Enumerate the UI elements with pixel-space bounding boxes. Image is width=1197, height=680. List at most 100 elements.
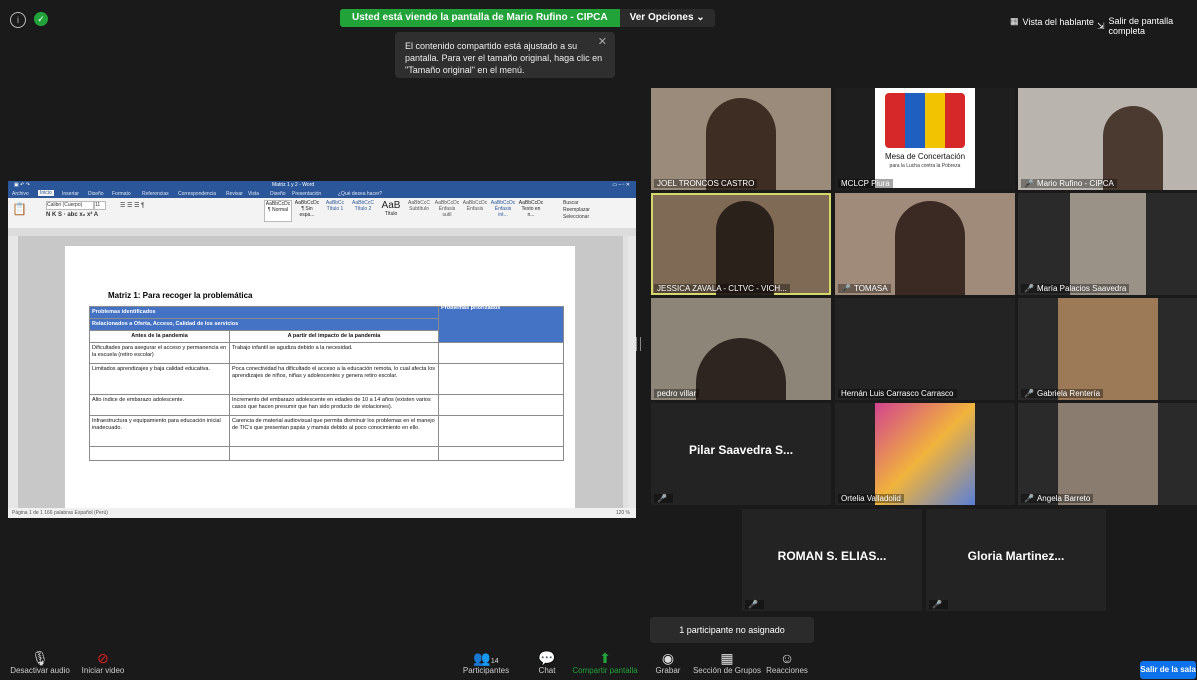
- participants-count: 14: [490, 658, 499, 665]
- tab-insertar[interactable]: Insertar: [62, 191, 79, 197]
- participant-tile[interactable]: 🎤 TOMASA: [835, 193, 1015, 295]
- col-before: Antes de la pandemia: [89, 330, 230, 343]
- muted-mic-icon: 🎤: [1024, 494, 1034, 503]
- tell-me-search[interactable]: ¿Qué desea hacer?: [338, 191, 382, 197]
- exit-fullscreen-button[interactable]: ⇲ Salir de pantalla completa: [1097, 16, 1197, 36]
- vertical-scrollbar[interactable]: [623, 236, 628, 508]
- participant-tile[interactable]: pedro villar: [651, 298, 831, 400]
- style-name-5: Subtítulo: [409, 206, 429, 212]
- share-banner: Usted está viendo la pantalla de Mario R…: [340, 9, 715, 27]
- participant-tile[interactable]: 🎤 Angela Barreto: [1018, 403, 1197, 505]
- participants-button[interactable]: 👥14 Participantes: [451, 650, 521, 675]
- muted-mic-icon: 🎤: [932, 600, 942, 609]
- participants-icon: 👥14: [473, 650, 499, 666]
- cell-after[interactable]: Trabajo infantil se agudiza debido a la …: [229, 342, 439, 364]
- cell-before[interactable]: Dificultades para asegurar el acceso y p…: [89, 342, 230, 364]
- cell-after[interactable]: Incremento del embarazo adolescente en e…: [229, 394, 439, 416]
- mute-button[interactable]: 🎙 Desactivar audio: [5, 650, 75, 675]
- word-title: Matriz 1 y 2 - Word: [272, 182, 315, 188]
- col-after: A partir del impacto de la pandemia: [229, 330, 439, 343]
- style-subtitulo[interactable]: AaBbCcC Subtítulo: [406, 200, 432, 220]
- reactions-button[interactable]: ☺ Reacciones: [752, 650, 822, 675]
- cell-priority[interactable]: [438, 446, 564, 461]
- tab-presentacion[interactable]: Presentación: [292, 191, 321, 197]
- speaker-view-button[interactable]: ▦ Vista del hablante: [1010, 16, 1094, 27]
- tab-formato[interactable]: Formato: [112, 191, 131, 197]
- paste-icon[interactable]: 📋: [12, 202, 27, 216]
- participant-tile[interactable]: Gloria Martinez... 🎤: [926, 509, 1106, 611]
- share-screen-button[interactable]: ⬆ Compartir pantalla: [570, 650, 640, 675]
- save-icon[interactable]: ▣ ↶ ↷: [14, 182, 30, 188]
- select-button[interactable]: Seleccionar: [563, 214, 590, 221]
- unassigned-notice: 1 participante no asignado: [650, 617, 814, 643]
- meeting-toolbar: 🎙 Desactivar audio ⊘ Iniciar video 👥14 Part…: [0, 650, 1197, 680]
- tab-revisar[interactable]: Revisar: [226, 191, 243, 197]
- style-titulo1[interactable]: AaBbCc Título 1: [322, 200, 348, 220]
- participant-tile[interactable]: 🎤 María Palacios Saavedra: [1018, 193, 1197, 295]
- tab-referencias[interactable]: Referencias: [142, 191, 169, 197]
- style-normal[interactable]: AaBbCcDc ¶ Normal: [264, 200, 292, 222]
- mclcp-logo: Mesa de Concertación para la Lucha contr…: [875, 88, 975, 188]
- style-texto-negrita[interactable]: AaBbCcDc Texto en n...: [518, 200, 544, 220]
- participant-tile[interactable]: JOEL TRONCOS CASTRO: [651, 88, 831, 190]
- tab-inicio[interactable]: Inicio: [38, 190, 54, 196]
- leave-meeting-button[interactable]: Salir de la sala: [1140, 661, 1196, 679]
- style-titulo[interactable]: AaB Título: [378, 200, 404, 220]
- participant-tile[interactable]: 🎤 Gabriela Rentería: [1018, 298, 1197, 400]
- tab-vista[interactable]: Vista: [248, 191, 259, 197]
- muted-mic-icon: 🎤: [657, 494, 667, 503]
- cell-after[interactable]: Poca conectividad ha dificultado el acce…: [229, 363, 439, 395]
- style-enfasis-intenso[interactable]: AaBbCcDc Énfasis int...: [490, 200, 516, 220]
- table-row: Limitados aprendizajes y baja calidad ed…: [89, 363, 564, 395]
- tab-diseno-table[interactable]: Diseño: [270, 191, 286, 197]
- cell-priority[interactable]: [438, 394, 564, 416]
- close-icon[interactable]: ✕: [598, 36, 607, 48]
- participant-tile-active-speaker[interactable]: JESSICA ZAVALA - CLTVC - VICH...: [651, 193, 831, 295]
- style-enfasis[interactable]: AaBbCcDc Énfasis: [462, 200, 488, 220]
- cell-after[interactable]: [229, 446, 439, 461]
- cell-before[interactable]: Limitados aprendizajes y baja calidad ed…: [89, 363, 230, 395]
- find-button[interactable]: Buscar: [563, 200, 590, 207]
- view-options-button[interactable]: Ver Opciones ⌄: [619, 9, 715, 27]
- participant-name: pedro villar: [654, 389, 700, 398]
- participant-tile[interactable]: 🎤 Mario Rufino - CIPCA: [1018, 88, 1197, 190]
- replace-button[interactable]: Reemplazar: [563, 207, 590, 214]
- font-size-select[interactable]: 11: [94, 201, 106, 210]
- participant-name: JESSICA ZAVALA - CLTVC - VICH...: [654, 284, 790, 293]
- cell-before[interactable]: Infraestructura y equipamiento para educ…: [89, 415, 230, 447]
- tab-diseno[interactable]: Diseño: [88, 191, 104, 197]
- cell-priority[interactable]: [438, 415, 564, 447]
- document-page: Matriz 1: Para recoger la problemática P…: [65, 246, 575, 508]
- style-name-3: Título 2: [354, 206, 372, 212]
- tab-correspondencia[interactable]: Correspondencia: [178, 191, 216, 197]
- table-row: [89, 446, 564, 461]
- tab-archivo[interactable]: Archivo: [12, 191, 29, 197]
- cell-priority[interactable]: [438, 363, 564, 395]
- tooltip-text: El contenido compartido está ajustado a …: [405, 41, 603, 75]
- style-enfasis-sutil[interactable]: AaBbCcDc Énfasis sutil: [434, 200, 460, 220]
- splitter-handle[interactable]: [636, 337, 641, 351]
- window-controls[interactable]: ▭ – ▫ ✕: [612, 182, 630, 188]
- cell-before[interactable]: Alto índice de embarazo adolescente.: [89, 394, 230, 416]
- participant-tile[interactable]: Ortelia Valladolid: [835, 403, 1015, 505]
- style-titulo2[interactable]: AaBbCcC Título 2: [350, 200, 376, 220]
- shield-icon[interactable]: ✓: [34, 12, 48, 26]
- participant-tile[interactable]: Mesa de Concertación para la Lucha contr…: [835, 88, 1015, 190]
- format-buttons[interactable]: N K S · abc x₂ x² A: [46, 212, 98, 218]
- cell-before[interactable]: [89, 446, 230, 461]
- info-icon[interactable]: i: [10, 12, 26, 28]
- zoom-level[interactable]: 120 %: [616, 510, 630, 516]
- participant-tile[interactable]: ROMAN S. ELIAS... 🎤: [742, 509, 922, 611]
- paragraph-buttons[interactable]: ☰ ☰ ☰ ¶: [120, 202, 144, 209]
- cell-after[interactable]: Carencia de material audiovisual que per…: [229, 415, 439, 447]
- participant-tile[interactable]: Hernán Luis Carrasco Carrasco: [835, 298, 1015, 400]
- participant-name: 🎤 Gabriela Rentería: [1021, 389, 1104, 398]
- participant-name-text: María Palacios Saavedra: [1036, 284, 1127, 293]
- style-sin-espaciado[interactable]: AaBbCcDc ¶ Sin espa...: [294, 200, 320, 220]
- font-name-select[interactable]: Calibri (Cuerpo): [46, 201, 94, 210]
- participant-name: 🎤: [929, 600, 948, 609]
- cell-priority[interactable]: [438, 342, 564, 364]
- participant-name: 🎤 TOMASA: [838, 284, 891, 293]
- participant-tile[interactable]: Pilar Saavedra S... 🎤: [651, 403, 831, 505]
- start-video-button[interactable]: ⊘ Iniciar video: [68, 650, 138, 675]
